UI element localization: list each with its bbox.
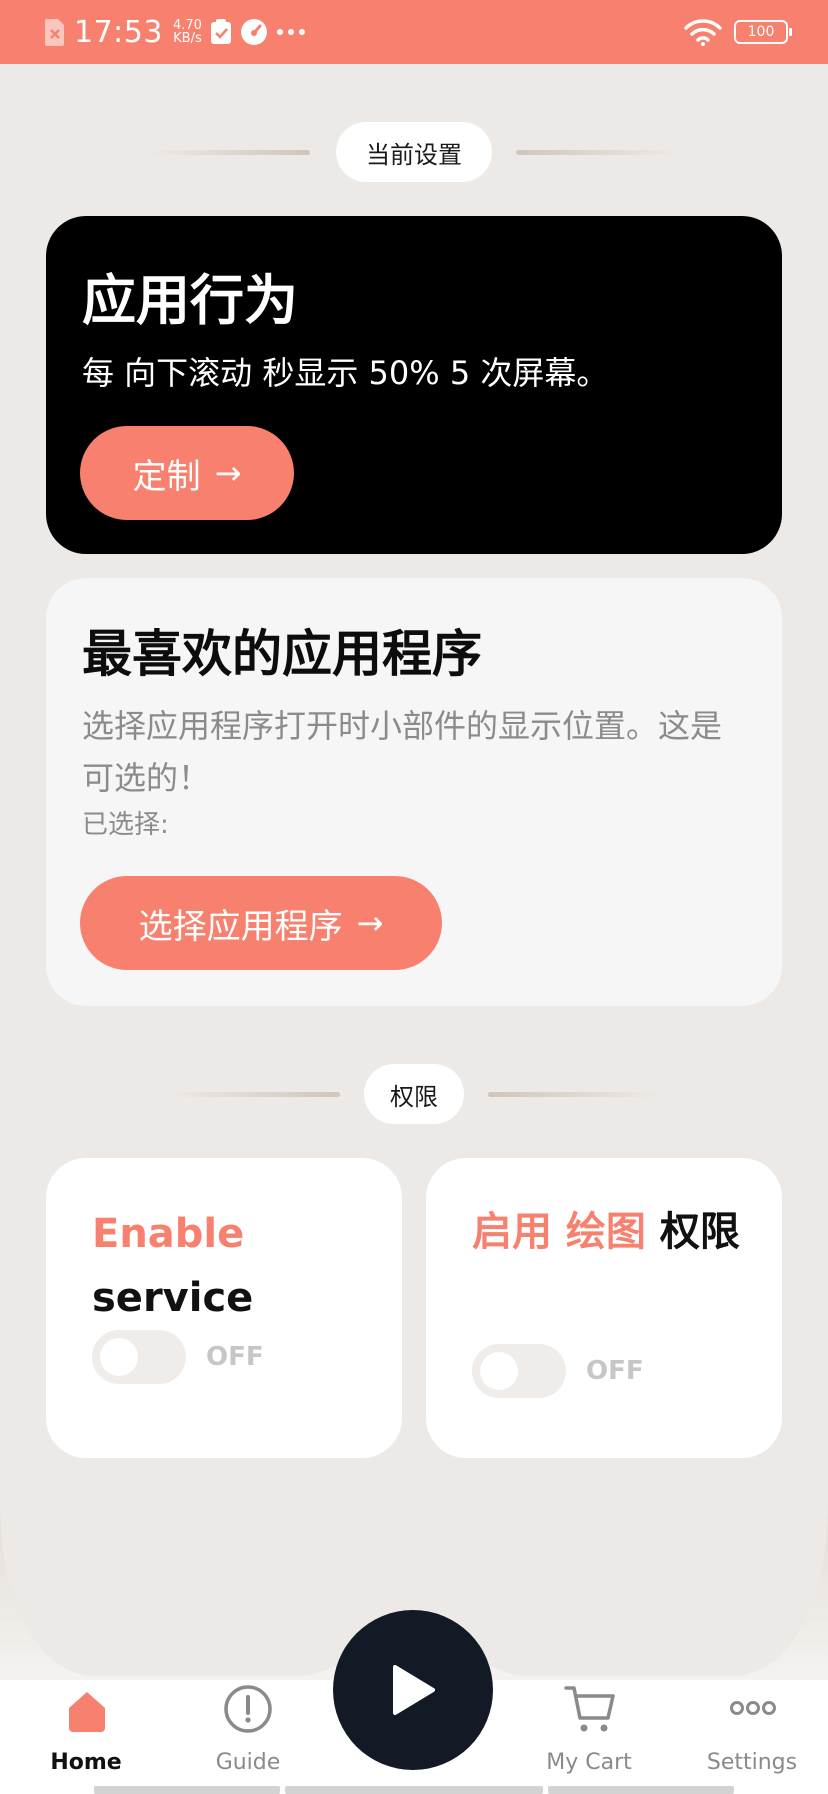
more-icon[interactable] <box>730 1700 776 1716</box>
system-nav-bar-segment <box>94 1786 280 1794</box>
status-time: 17:53 <box>74 14 163 50</box>
app-behavior-card: 应用行为 每 向下滚动 秒显示 50% 5 次屏幕。 定制 → <box>46 216 782 554</box>
enable-service-card[interactable]: Enable service OFF <box>46 1158 402 1458</box>
enable-service-rest: service <box>92 1275 254 1321</box>
draw-permission-accent: 启用 绘图 <box>472 1209 646 1255</box>
service-toggle[interactable] <box>92 1330 186 1384</box>
app-behavior-description: 每 向下滚动 秒显示 50% 5 次屏幕。 <box>82 354 609 392</box>
speedometer-icon <box>240 19 267 45</box>
sim-error-icon <box>45 19 64 46</box>
draw-permission-card[interactable]: 启用 绘图 权限 OFF <box>426 1158 782 1458</box>
customize-button-label: 定制 <box>132 456 201 497</box>
status-left: 17:53 4.70 KB/s <box>44 14 306 50</box>
system-nav-bar-segment <box>548 1786 734 1794</box>
nav-item-my-cart[interactable]: My Cart <box>519 1750 659 1775</box>
service-toggle-state: OFF <box>206 1342 264 1372</box>
wifi-icon <box>684 19 722 46</box>
favorite-apps-title: 最喜欢的应用程序 <box>82 625 482 683</box>
enable-service-accent: Enable <box>92 1211 245 1257</box>
divider-line-right <box>516 150 676 155</box>
info-circle-icon[interactable] <box>223 1684 273 1734</box>
draw-permission-title: 启用 绘图 权限 <box>472 1200 742 1264</box>
permissions-divider: 权限 <box>0 1064 828 1124</box>
battery-level: 100 <box>747 24 775 40</box>
arrow-right-icon: → <box>356 904 384 942</box>
divider-line-left <box>170 1092 340 1097</box>
current-settings-divider: 当前设置 <box>0 122 828 182</box>
cart-icon[interactable] <box>564 1684 616 1734</box>
more-dots-icon <box>276 29 305 35</box>
favorite-apps-description: 选择应用程序打开时小部件的显示位置。这是可选的！ <box>82 707 723 797</box>
nav-item-settings[interactable]: Settings <box>682 1750 822 1775</box>
nav-item-guide[interactable]: Guide <box>178 1750 318 1775</box>
toggle-knob <box>100 1338 138 1376</box>
play-icon <box>393 1665 435 1715</box>
current-settings-label: 当前设置 <box>336 122 492 182</box>
home-icon[interactable] <box>63 1688 111 1736</box>
customize-button[interactable]: 定制 → <box>80 426 294 520</box>
divider-line-right <box>488 1092 658 1097</box>
battery-icon: 100 <box>734 20 792 44</box>
nav-item-home[interactable]: Home <box>16 1750 156 1775</box>
favorite-apps-card: 最喜欢的应用程序 选择应用程序打开时小部件的显示位置。这是可选的！ 已选择: 选… <box>46 578 782 1006</box>
toggle-knob <box>480 1352 518 1390</box>
select-apps-button-label: 选择应用程序 <box>138 906 343 947</box>
network-speed: 4.70 KB/s <box>173 19 202 45</box>
status-bar: 17:53 4.70 KB/s 100 <box>0 0 828 64</box>
draw-permission-toggle[interactable] <box>472 1344 566 1398</box>
draw-permission-toggle-state: OFF <box>586 1356 644 1386</box>
app-behavior-title: 应用行为 <box>82 269 298 332</box>
system-nav-bar-segment <box>285 1786 543 1794</box>
enable-service-title: Enable service <box>92 1202 392 1330</box>
status-right: 100 <box>684 16 792 48</box>
arrow-right-icon: → <box>214 454 242 492</box>
selected-apps-label: 已选择: <box>82 810 169 840</box>
permissions-label: 权限 <box>364 1064 464 1124</box>
play-button[interactable] <box>333 1610 493 1770</box>
select-apps-button[interactable]: 选择应用程序 → <box>80 876 442 970</box>
draw-permission-rest: 权限 <box>645 1209 740 1255</box>
network-speed-unit: KB/s <box>173 31 202 46</box>
divider-line-left <box>150 150 310 155</box>
check-clipboard-icon <box>210 19 231 44</box>
